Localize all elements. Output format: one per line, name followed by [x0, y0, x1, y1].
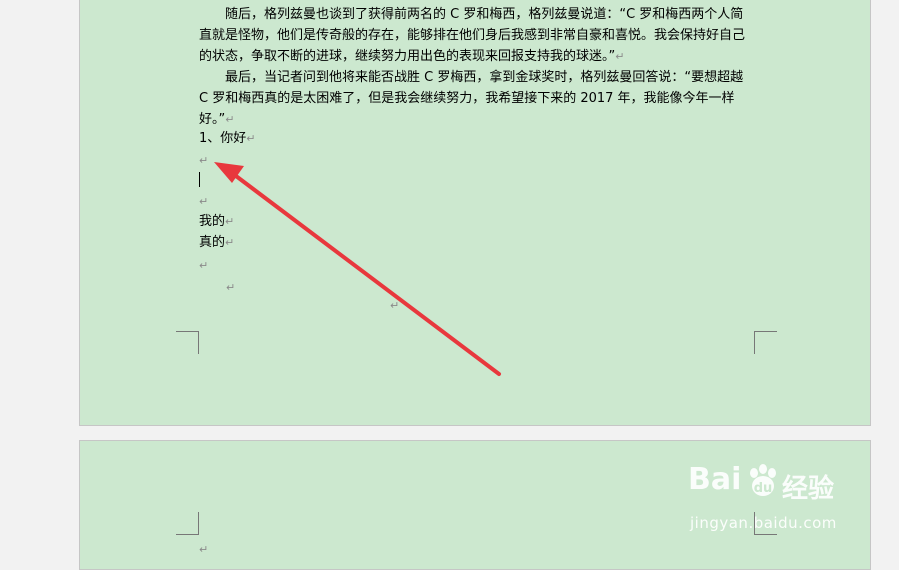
paw-icon: du	[750, 464, 776, 496]
watermark-brand: Bai	[688, 462, 742, 497]
svg-text:du: du	[754, 481, 773, 496]
watermark-jingyan: 经验	[782, 474, 835, 504]
watermark-url: jingyan.baidu.com	[690, 514, 837, 532]
baidu-jingyan-watermark: Bai du 经验 jingyan.baidu.com	[688, 462, 858, 542]
